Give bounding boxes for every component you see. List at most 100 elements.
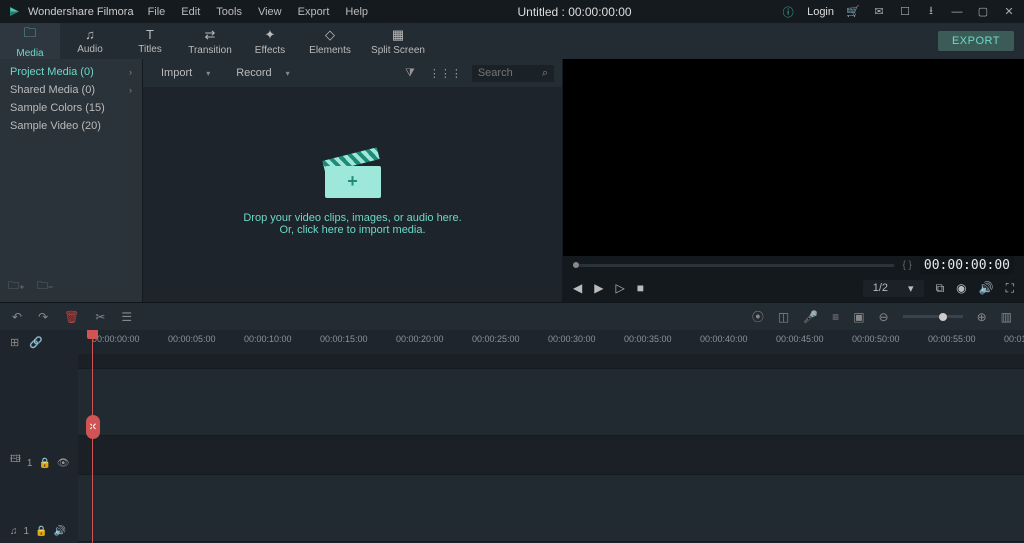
ruler-tick: 00:00:40:00	[700, 334, 748, 344]
prev-frame-icon[interactable]: ◀	[573, 281, 582, 295]
visibility-icon[interactable]: 👁	[57, 458, 70, 469]
text-icon: T	[146, 27, 154, 42]
tab-transition[interactable]: ⇄Transition	[180, 23, 240, 59]
sidebar-item-shared-media[interactable]: Shared Media (0)›	[0, 81, 142, 99]
filter-icon[interactable]: ⧩	[401, 67, 419, 80]
snapshot-icon[interactable]: ◉	[956, 281, 966, 295]
video-track-icon: 🖽	[10, 452, 21, 469]
voiceover-icon[interactable]: 🎤	[803, 310, 818, 324]
message-icon[interactable]: ✉	[872, 5, 886, 19]
sidebar-item-sample-colors[interactable]: Sample Colors (15)	[0, 99, 142, 117]
tab-media[interactable]: 🗀Media	[0, 23, 60, 59]
info-icon[interactable]: ⓘ	[781, 5, 795, 19]
ruler-tick: 00:00:30:00	[548, 334, 596, 344]
folder-icon: 🗀	[23, 24, 36, 46]
stop-icon[interactable]: ■	[637, 281, 644, 295]
lock-icon[interactable]: 🔒	[38, 458, 50, 469]
ruler-tick: 00:00:00:00	[92, 334, 140, 344]
maximize-icon[interactable]: ▢	[976, 5, 990, 19]
chevron-down-icon: ▾	[206, 69, 210, 78]
ruler-tick: 00:00:20:00	[396, 334, 444, 344]
timeline: ⊞ 🔗 🖽 1 🔒 👁 ♫ 1 🔒 🔊 00:00:00:0000:00:05:…	[0, 330, 1024, 543]
menu-help[interactable]: Help	[345, 6, 368, 18]
audio-track-header[interactable]: ♫ 1 🔒 🔊	[0, 475, 78, 543]
play-icon[interactable]: ▶	[594, 281, 603, 295]
next-frame-icon[interactable]: ▷	[615, 281, 624, 295]
tab-effects[interactable]: ✦Effects	[240, 23, 300, 59]
quality-dropdown[interactable]: 1/2▾	[863, 280, 924, 297]
split-icon[interactable]: ✂	[95, 310, 105, 324]
menu-tools[interactable]: Tools	[216, 6, 242, 18]
audio-track-icon: ♫	[10, 526, 18, 537]
crop-icon[interactable]: ▣	[853, 310, 864, 324]
search-input[interactable]	[478, 67, 536, 79]
grid-view-icon[interactable]: ⋮⋮⋮	[425, 67, 466, 80]
new-folder-icon[interactable]: 🗀₊	[8, 277, 25, 296]
login-button[interactable]: Login	[807, 6, 834, 18]
display-settings-icon[interactable]: ⧉	[936, 281, 945, 296]
delete-icon[interactable]: 🗑	[64, 310, 79, 324]
zoom-in-icon[interactable]: ⊕	[977, 310, 987, 324]
split-screen-icon: ▦	[392, 27, 404, 43]
audio-track[interactable]	[78, 474, 1024, 542]
ruler-tick: 00:00:50:00	[852, 334, 900, 344]
cart-icon[interactable]: 🛒	[846, 5, 860, 19]
scrub-bar[interactable]	[573, 264, 894, 267]
timeline-tracks[interactable]: 00:00:00:0000:00:05:0000:00:10:0000:00:1…	[78, 330, 1024, 543]
zoom-slider[interactable]	[903, 315, 963, 318]
playhead[interactable]	[92, 330, 93, 543]
zoom-out-icon[interactable]: ⊖	[879, 310, 889, 324]
ruler-tick: 00:00:10:00	[244, 334, 292, 344]
track-headers: ⊞ 🔗 🖽 1 🔒 👁 ♫ 1 🔒 🔊	[0, 330, 78, 543]
record-dropdown[interactable]: Record▾	[226, 64, 299, 82]
export-button[interactable]: EXPORT	[938, 31, 1014, 51]
media-drop-zone[interactable]: + Drop your video clips, images, or audi…	[143, 87, 562, 302]
mute-icon[interactable]: 🔊	[54, 526, 66, 537]
menu-export[interactable]: Export	[298, 6, 330, 18]
timeline-ruler[interactable]: 00:00:00:0000:00:05:0000:00:10:0000:00:1…	[78, 330, 1024, 354]
render-preview-icon[interactable]: ⦿	[752, 308, 764, 325]
app-logo-icon	[8, 5, 22, 19]
playback-controls: ◀ ▶ ▷ ■ 1/2▾ ⧉ ◉ 🔊 ⛶	[563, 274, 1024, 302]
workspace-tabs: 🗀Media ♫Audio TTitles ⇄Transition ✦Effec…	[0, 23, 1024, 59]
tab-titles[interactable]: TTitles	[120, 23, 180, 59]
redo-icon[interactable]: ↷	[38, 310, 48, 324]
menu-view[interactable]: View	[258, 6, 282, 18]
close-icon[interactable]: ✕	[1002, 5, 1016, 19]
tab-audio[interactable]: ♫Audio	[60, 23, 120, 59]
mixer-icon[interactable]: ≡	[832, 310, 839, 324]
sidebar-item-sample-video[interactable]: Sample Video (20)	[0, 117, 142, 135]
ruler-tick: 00:00:55:00	[928, 334, 976, 344]
mail-icon[interactable]: ☐	[898, 5, 912, 19]
delete-folder-icon[interactable]: 🗀₋	[37, 277, 54, 296]
download-icon[interactable]: ⭳	[924, 5, 938, 19]
titlebar: Wondershare Filmora File Edit Tools View…	[0, 0, 1024, 23]
video-track[interactable]: ✕	[78, 368, 1024, 436]
chevron-right-icon: ›	[129, 67, 132, 77]
sidebar-item-project-media[interactable]: Project Media (0)›	[0, 63, 142, 81]
preview-viewport[interactable]	[563, 59, 1024, 256]
marker-icon[interactable]: ◫	[778, 310, 789, 324]
edit-icon[interactable]: ☰	[121, 310, 132, 324]
video-track-header[interactable]: 🖽 1 🔒 👁	[0, 407, 78, 475]
import-dropdown[interactable]: Import▾	[151, 64, 220, 82]
lock-icon[interactable]: 🔒	[35, 526, 47, 537]
timeline-options-icon[interactable]: ▥	[1001, 310, 1012, 324]
in-out-marks: { }	[902, 260, 911, 271]
browser-toolbar: Import▾ Record▾ ⧩ ⋮⋮⋮ ⌕	[143, 59, 562, 87]
timeline-settings-icon[interactable]: ⊞	[10, 336, 19, 349]
link-icon[interactable]: 🔗	[29, 336, 43, 349]
search-box[interactable]: ⌕	[472, 65, 554, 82]
tab-elements[interactable]: ◇Elements	[300, 23, 360, 59]
menu-edit[interactable]: Edit	[181, 6, 200, 18]
drop-indicator-icon: ✕	[86, 415, 100, 439]
ruler-tick: 00:00:35:00	[624, 334, 672, 344]
menu-file[interactable]: File	[148, 6, 166, 18]
tab-split-screen[interactable]: ▦Split Screen	[360, 23, 436, 59]
ruler-tick: 00:00:45:00	[776, 334, 824, 344]
volume-icon[interactable]: 🔊	[979, 281, 994, 295]
fullscreen-icon[interactable]: ⛶	[1006, 281, 1014, 296]
minimize-icon[interactable]: —	[950, 5, 964, 19]
drop-hint-2: Or, click here to import media.	[279, 224, 425, 236]
undo-icon[interactable]: ↶	[12, 310, 22, 324]
